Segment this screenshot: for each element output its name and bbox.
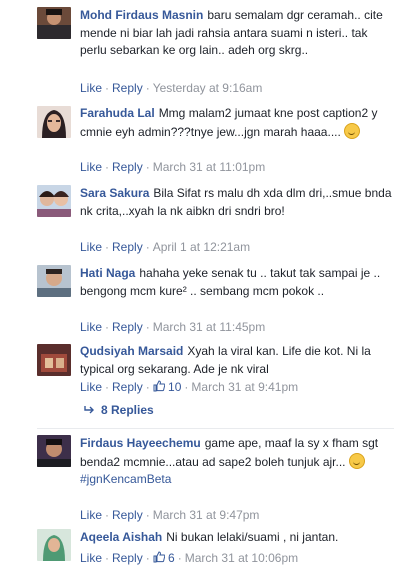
like-link[interactable]: Like [80,380,102,394]
comment-body: Farahuda Lal Mmg malam2 jumaat kne post c… [80,105,394,141]
author-name[interactable]: Farahuda Lal [80,106,155,120]
comment-item: Sara Sakura Bila Sifat rs malu dh xda dlm… [0,180,402,260]
comment-item: Hati Naga hahaha yeke senak tu .. takut t… [0,260,402,340]
like-link[interactable]: Like [80,551,102,565]
comment-text: Ni bukan lelaki/suami , ni jantan. [166,530,339,544]
timestamp[interactable]: March 31 at 9:47pm [153,508,260,522]
reply-link[interactable]: Reply [112,508,143,522]
divider [37,428,394,429]
avatar[interactable] [37,265,71,297]
comment-actions: Like · Reply · March 31 at 11:01pm [80,160,266,174]
comment-item: Mohd Firdaus Masnin baru semalam dgr cera… [0,0,402,100]
like-link[interactable]: Like [80,508,102,522]
avatar[interactable] [37,529,71,561]
reply-arrow-icon [84,406,94,414]
timestamp[interactable]: March 31 at 11:45pm [153,320,266,334]
comment-item: Farahuda Lal Mmg malam2 jumaat kne post c… [0,100,402,180]
timestamp[interactable]: March 31 at 10:06pm [185,551,298,565]
reply-link[interactable]: Reply [112,551,143,565]
reply-link[interactable]: Reply [112,81,143,95]
comment-item: Qudsiyah Marsaid Xyah la viral kan. Life … [0,340,402,428]
comment-body: Mohd Firdaus Masnin baru semalam dgr cera… [80,7,394,60]
like-count[interactable]: 10 [153,380,181,394]
comment-body: Firdaus Hayeechemu game ape, maaf la sy x… [80,435,394,489]
like-link[interactable]: Like [80,81,102,95]
comment-body: Aqeela Aishah Ni bukan lelaki/suami , ni … [80,529,394,547]
comment-body: Hati Naga hahaha yeke senak tu .. takut t… [80,265,394,300]
comment-thread: Mohd Firdaus Masnin baru semalam dgr cera… [0,0,402,574]
like-count[interactable]: 6 [153,551,175,565]
like-link[interactable]: Like [80,240,102,254]
comment-actions: Like · Reply · April 1 at 12:21am [80,240,251,254]
comment-actions: Like · Reply · 10 · March 31 at 9:41pm [80,380,299,394]
author-name[interactable]: Mohd Firdaus Masnin [80,8,203,22]
author-name[interactable]: Sara Sakura [80,186,149,200]
hashtag-link[interactable]: #jgnKencamBeta [80,471,394,489]
comment-actions: Like · Reply · 6 · March 31 at 10:06pm [80,551,299,565]
avatar[interactable] [37,435,71,467]
timestamp[interactable]: Yesterday at 9:16am [153,81,263,95]
smile-emoji-icon [348,452,365,469]
author-name[interactable]: Hati Naga [80,266,135,280]
reply-link[interactable]: Reply [112,160,143,174]
like-link[interactable]: Like [80,160,102,174]
thumbs-up-icon [153,551,166,563]
comment-item: Firdaus Hayeechemu game ape, maaf la sy x… [0,430,402,525]
comment-actions: Like · Reply · Yesterday at 9:16am [80,81,263,95]
avatar[interactable] [37,185,71,217]
author-name[interactable]: Firdaus Hayeechemu [80,436,201,450]
reply-link[interactable]: Reply [112,320,143,334]
avatar[interactable] [37,7,71,39]
comment-body: Qudsiyah Marsaid Xyah la viral kan. Life … [80,343,394,378]
author-name[interactable]: Aqeela Aishah [80,530,162,544]
view-replies-link[interactable]: 8 Replies [83,403,154,417]
avatar[interactable] [37,344,71,376]
comment-actions: Like · Reply · March 31 at 11:45pm [80,320,266,334]
reply-link[interactable]: Reply [112,240,143,254]
timestamp[interactable]: March 31 at 11:01pm [153,160,266,174]
author-name[interactable]: Qudsiyah Marsaid [80,344,183,358]
smile-emoji-icon [344,122,361,139]
reply-link[interactable]: Reply [112,380,143,394]
avatar[interactable] [37,106,71,138]
comment-body: Sara Sakura Bila Sifat rs malu dh xda dlm… [80,185,394,220]
timestamp[interactable]: March 31 at 9:41pm [191,380,298,394]
comment-item: Aqeela Aishah Ni bukan lelaki/suami , ni … [0,525,402,574]
timestamp[interactable]: April 1 at 12:21am [153,240,250,254]
like-link[interactable]: Like [80,320,102,334]
comment-actions: Like · Reply · March 31 at 9:47pm [80,508,260,522]
thumbs-up-icon [153,380,166,392]
